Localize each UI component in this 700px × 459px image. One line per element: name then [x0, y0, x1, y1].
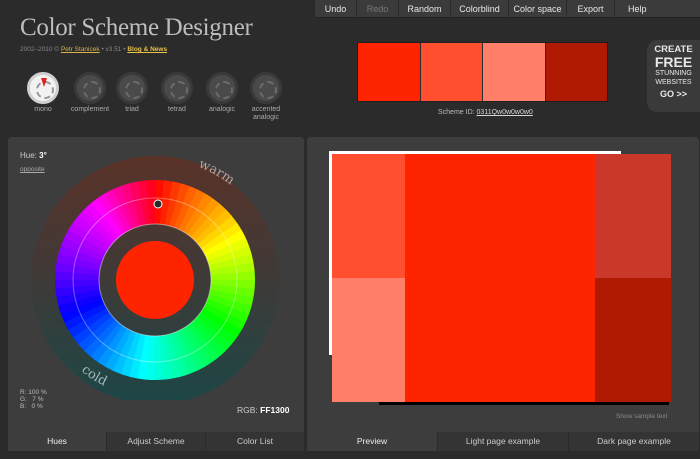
- promo-line: FREE: [654, 54, 693, 70]
- rgb-label: RGB:: [237, 405, 258, 415]
- swatch-primary[interactable]: [358, 43, 421, 101]
- menu-undo[interactable]: Undo: [314, 0, 356, 18]
- app-title: Color Scheme Designer: [20, 14, 253, 41]
- preview-canvas: [329, 151, 671, 405]
- hue-readout: Hue: 3°: [20, 151, 47, 160]
- preview-panel: Show sample text: [307, 137, 699, 432]
- analogic-icon: [206, 72, 238, 104]
- tetrad-icon: [161, 72, 193, 104]
- swatch-light[interactable]: [420, 43, 483, 101]
- tab-preview[interactable]: Preview: [307, 432, 438, 451]
- rgb-hex-readout: RGB: FF1300: [237, 405, 289, 415]
- version-text: • v3.51 •: [101, 46, 126, 53]
- tab-hues[interactable]: Hues: [8, 432, 107, 451]
- right-tabs: Preview Light page example Dark page exa…: [307, 432, 699, 451]
- menu-random[interactable]: Random: [398, 0, 450, 18]
- top-menu: Undo Redo Random Colorblind Color space …: [314, 0, 700, 18]
- preview-block-dark: [595, 278, 671, 402]
- hue-handle[interactable]: [153, 199, 163, 209]
- scheme-type-analogic[interactable]: analogic: [197, 72, 247, 114]
- opposite-link[interactable]: opposite: [20, 166, 45, 173]
- color-wheel-panel: warm cold Hue: 3° opposite R: 100 % G: 7…: [8, 137, 304, 432]
- credits: 2002–2010 © Petr Stanicek • v3.51 • Blog…: [20, 46, 167, 53]
- scheme-id: Scheme ID: 0311Qw0w0w0w0: [438, 109, 533, 116]
- mono-icon: [27, 72, 59, 104]
- scheme-type-label: mono: [34, 106, 52, 113]
- menu-help[interactable]: Help: [614, 0, 700, 18]
- accented-analogic-icon: [250, 72, 282, 104]
- author-link[interactable]: Petr Stanicek: [61, 46, 100, 53]
- triad-icon: [116, 72, 148, 104]
- swatch-lighter[interactable]: [483, 43, 546, 101]
- promo-go: GO >>: [659, 89, 687, 99]
- scheme-type-triad[interactable]: triad: [107, 72, 157, 114]
- rgb-r: R: 100 %: [20, 389, 47, 396]
- scheme-type-label: tetrad: [168, 106, 186, 113]
- left-tabs: Hues Adjust Scheme Color List: [8, 432, 304, 451]
- color-wheel[interactable]: warm cold: [23, 145, 288, 400]
- preview-block-mid-dark: [595, 154, 671, 278]
- menu-colorblind[interactable]: Colorblind: [450, 0, 508, 18]
- color-swatches: [357, 42, 608, 102]
- scheme-type-tetrad[interactable]: tetrad: [152, 72, 202, 114]
- swatch-dark[interactable]: [545, 43, 607, 101]
- tab-color-list[interactable]: Color List: [206, 432, 304, 451]
- complement-icon: [74, 72, 106, 104]
- menu-export[interactable]: Export: [566, 0, 614, 18]
- scheme-type-label: analogic: [208, 106, 236, 113]
- rgb-b: B: 0 %: [20, 403, 43, 410]
- tab-adjust-scheme[interactable]: Adjust Scheme: [107, 432, 206, 451]
- rgb-hex-value: FF1300: [260, 405, 290, 415]
- blog-link[interactable]: Blog & News: [127, 46, 167, 53]
- tab-dark-page-example[interactable]: Dark page example: [569, 432, 699, 451]
- credits-prefix: 2002–2010 ©: [20, 46, 60, 53]
- tab-light-page-example[interactable]: Light page example: [438, 432, 569, 451]
- scheme-type-mono[interactable]: mono: [18, 72, 68, 114]
- preview-block-lighter: [332, 278, 405, 402]
- preview-block-main: [405, 154, 595, 402]
- rgb-percent-list: R: 100 % G: 7 % B: 0 %: [20, 389, 47, 410]
- promo-line: STUNNING: [655, 70, 692, 77]
- scheme-type-accented-analogic[interactable]: accented analogic: [241, 72, 291, 122]
- preview-block-light: [332, 154, 405, 278]
- menu-color-space[interactable]: Color space: [508, 0, 566, 18]
- scheme-id-link[interactable]: 0311Qw0w0w0w0: [477, 109, 533, 116]
- scheme-id-label: Scheme ID:: [438, 109, 475, 116]
- center-color-disc: [116, 241, 194, 319]
- hue-label-text: Hue:: [20, 151, 37, 160]
- create-free-websites-banner[interactable]: CREATE FREE STUNNING WEBSITES GO >>: [647, 40, 700, 112]
- hue-value: 3°: [39, 151, 47, 160]
- promo-line: WEBSITES: [655, 79, 692, 86]
- scheme-type-label: triad: [125, 106, 139, 113]
- rgb-g: G: 7 %: [20, 396, 44, 403]
- show-sample-text-link[interactable]: Show sample text: [616, 413, 667, 420]
- menu-redo[interactable]: Redo: [356, 0, 398, 18]
- scheme-type-label: accented analogic: [251, 106, 281, 121]
